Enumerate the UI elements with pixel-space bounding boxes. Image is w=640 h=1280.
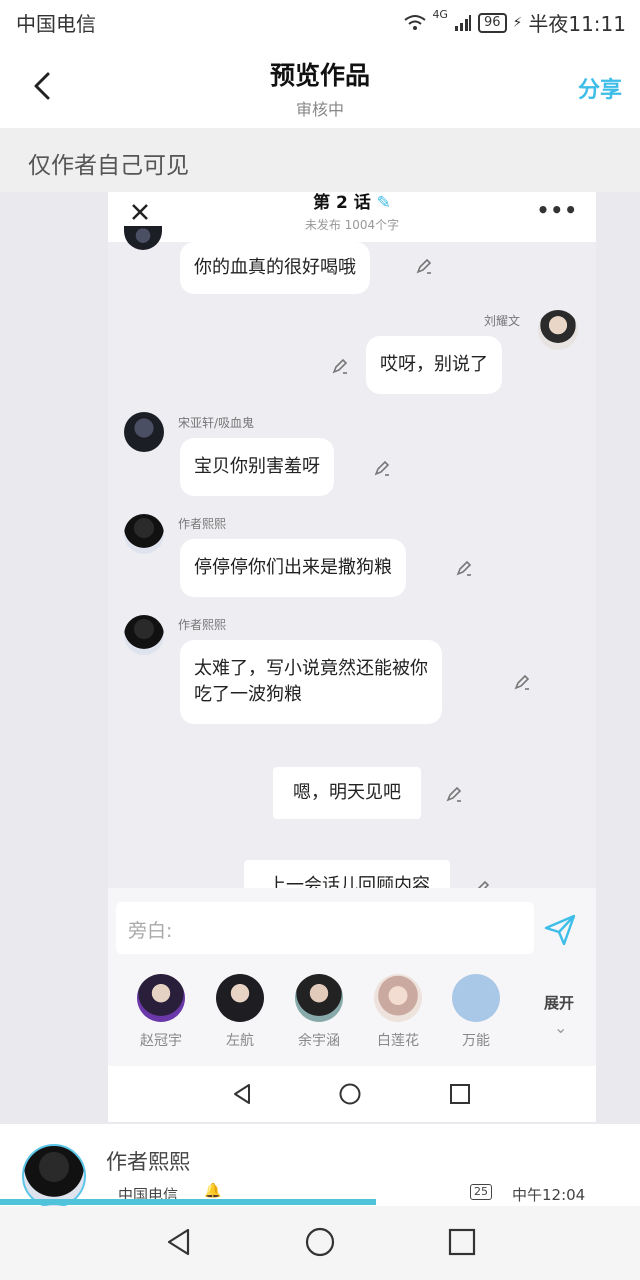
home-circle-icon[interactable] xyxy=(304,1226,336,1258)
character-avatar xyxy=(374,974,422,1022)
back-triangle-icon[interactable] xyxy=(230,1082,254,1106)
message-bubble[interactable]: 你的血真的很好喝哦 xyxy=(180,242,370,294)
send-icon[interactable] xyxy=(542,912,578,948)
wifi-icon xyxy=(404,14,427,30)
system-nav-bar xyxy=(0,1206,640,1280)
character-avatar xyxy=(216,974,264,1022)
inner-clock: 中午12:04 xyxy=(512,1186,586,1204)
character-avatar xyxy=(452,974,500,1022)
page-title: 预览作品 xyxy=(269,61,370,90)
bell-icon: 🔔 xyxy=(204,1183,222,1199)
avatar[interactable] xyxy=(124,226,162,250)
speaker-name: 刘耀文 xyxy=(484,314,521,328)
app-header: 预览作品 审核中 分享 xyxy=(0,44,640,128)
charging-icon: ⚡ xyxy=(512,14,523,31)
character-chip[interactable]: 万能 xyxy=(446,974,506,1050)
visibility-text: 仅作者自己可见 xyxy=(28,153,189,179)
character-avatar xyxy=(295,974,343,1022)
narration-input[interactable]: 旁白: xyxy=(116,902,534,954)
status-bar: 中国电信 4G 96 ⚡ 半夜11:11 xyxy=(0,0,640,44)
message-bubble[interactable]: 哎呀，别说了 xyxy=(366,336,502,394)
speaker-name: 宋亚轩/吸血鬼 xyxy=(178,416,255,430)
carrier-label: 中国电信 xyxy=(16,12,96,36)
character-chip[interactable]: 白莲花 xyxy=(368,974,428,1050)
back-triangle-icon[interactable] xyxy=(162,1226,194,1258)
inner-battery: 25 xyxy=(470,1184,492,1200)
network-type: 4G xyxy=(432,8,448,21)
chapter-title: 第 2 话 ✎ xyxy=(313,193,391,213)
preview-nav-bar xyxy=(108,1066,596,1122)
battery-indicator: 96 xyxy=(477,12,507,33)
avatar[interactable] xyxy=(124,514,164,554)
review-status: 审核中 xyxy=(295,100,344,119)
character-chip[interactable]: 余宇涵 xyxy=(289,974,349,1050)
chapter-header: 第 2 话 ✎ 未发布 1004个字 ••• xyxy=(108,192,596,242)
character-chip[interactable]: 左航 xyxy=(210,974,270,1050)
avatar[interactable] xyxy=(538,310,578,350)
speaker-name: 作者熙熙 xyxy=(178,618,227,632)
home-circle-icon[interactable] xyxy=(338,1082,362,1106)
recents-square-icon[interactable] xyxy=(446,1226,478,1258)
recents-square-icon[interactable] xyxy=(448,1082,472,1106)
chapter-meta: 未发布 1004个字 xyxy=(304,218,400,232)
chevron-down-icon[interactable]: ⌄ xyxy=(554,1018,567,1037)
edit-icon[interactable] xyxy=(454,558,474,578)
visibility-banner: 仅作者自己可见 xyxy=(0,128,640,192)
share-button[interactable]: 分享 xyxy=(578,72,622,104)
message-bubble[interactable]: 宝贝你别害羞呀 xyxy=(180,438,334,496)
edit-icon[interactable] xyxy=(414,256,434,276)
signal-icon xyxy=(454,14,471,31)
author-name: 作者熙熙 xyxy=(106,1150,190,1174)
progress-bar xyxy=(0,1199,376,1205)
speaker-name: 作者熙熙 xyxy=(178,517,227,531)
message-bubble[interactable]: 停停停你们出来是撒狗粮 xyxy=(180,539,406,597)
character-avatar xyxy=(137,974,185,1022)
avatar[interactable] xyxy=(124,412,164,452)
edit-icon[interactable] xyxy=(330,356,350,376)
edit-icon[interactable] xyxy=(512,672,532,692)
narration-bubble[interactable]: 嗯，明天见吧 xyxy=(273,767,421,819)
avatar[interactable] xyxy=(124,615,164,655)
character-chip[interactable]: 赵冠宇 xyxy=(131,974,191,1050)
status-indicators: 4G 96 ⚡ 半夜11:11 xyxy=(404,8,626,37)
clock: 半夜11:11 xyxy=(528,12,626,36)
edit-icon[interactable] xyxy=(372,458,392,478)
compose-panel: 旁白: 赵冠宇 左航 余宇涵 白莲花 万能 展开 ⌄ xyxy=(108,888,596,1066)
message-bubble[interactable]: 太难了，写小说竟然还能被你 吃了一波狗粮 xyxy=(180,640,442,724)
title-edit-icon[interactable]: ✎ xyxy=(377,193,391,213)
input-placeholder: 旁白: xyxy=(128,920,173,942)
more-icon[interactable]: ••• xyxy=(537,198,578,222)
edit-icon[interactable] xyxy=(444,784,464,804)
expand-button[interactable]: 展开 xyxy=(544,992,574,1013)
